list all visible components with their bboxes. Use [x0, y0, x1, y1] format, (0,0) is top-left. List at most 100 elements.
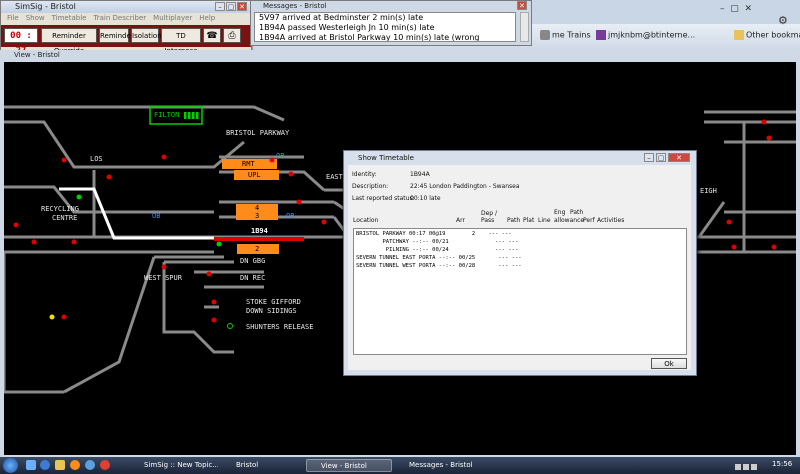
chrome-icon[interactable] — [100, 460, 110, 470]
rmt-label: RMT — [242, 160, 255, 168]
printer-icon[interactable]: ⎙ — [223, 28, 241, 43]
timetable-table[interactable]: BRISTOL PARKWAY 00:17 00@19 2 --- --- PA… — [353, 228, 687, 355]
ob-marker: OB — [286, 212, 295, 220]
close-button[interactable]: ✕ — [237, 2, 247, 11]
minimize-button[interactable]: – — [215, 2, 225, 11]
identity-value: 1B94A — [410, 171, 430, 178]
table-row[interactable]: BRISTOL PARKWAY 00:17 00@19 2 --- --- — [356, 231, 512, 237]
isolation-button[interactable]: Isolation — [131, 28, 162, 43]
taskbar-item-view-bristol[interactable]: View - Bristol — [306, 459, 392, 472]
column-dep: Dep / — [481, 210, 498, 217]
reminder-override-button[interactable]: Reminder Override — [41, 28, 97, 55]
start-button[interactable] — [3, 458, 18, 473]
description-value: 22:45 London Paddington - Swansea — [410, 183, 520, 190]
window-title: SimSig - Bristol — [15, 2, 76, 11]
window-title: View - Bristol — [14, 51, 60, 59]
close-button[interactable]: ✕ — [517, 1, 527, 10]
stoke-gifford-label: STOKE GIFFORD — [246, 298, 301, 306]
shunt-indicator — [227, 323, 233, 329]
menu-bar: File Show Timetable Train Describer Multipla… — [1, 13, 251, 24]
flag-icon[interactable] — [751, 464, 757, 470]
identity-label: Identity: — [352, 171, 377, 178]
media-icon[interactable] — [70, 460, 80, 470]
bookmark-email[interactable]: jmjknbm@btinterne... — [596, 30, 695, 40]
messages-title-bar: Messages - Bristol — [251, 1, 531, 11]
ob-marker: OB — [276, 152, 285, 160]
maximize-button[interactable]: ▢ — [656, 153, 666, 162]
table-row[interactable]: PATCHWAY --:-- 00/21 --- --- — [356, 239, 518, 245]
column-path: Path — [507, 217, 521, 224]
column-plat: Plat — [523, 217, 535, 224]
status-label: Last reported status: — [352, 195, 415, 202]
system-tray[interactable] — [735, 462, 765, 470]
messages-window: Messages - Bristol ✕ 5V97 arrived at Bed… — [250, 0, 532, 46]
column-activities: Activities — [597, 217, 625, 224]
taskbar: SimSig :: New Topic... Bristol View - Br… — [0, 457, 800, 474]
dn-gbg-label: DN GBG — [240, 257, 266, 265]
taskbar-item-messages-bristol[interactable]: Messages - Bristol — [395, 459, 475, 472]
browser-window-controls[interactable]: – ▢ ✕ — [720, 4, 752, 14]
minimize-button[interactable]: – — [644, 153, 654, 162]
ok-button[interactable]: Ok — [651, 358, 687, 369]
network-icon[interactable] — [735, 464, 741, 470]
dialog-title: Show Timetable — [358, 154, 414, 162]
simsig-main-window: SimSig - Bristol – ▢ ✕ File Show Timetable… — [0, 0, 252, 56]
menu-multiplayer[interactable]: Multiplayer — [153, 14, 192, 22]
column-perf: Perf — [583, 217, 595, 224]
volume-icon[interactable] — [743, 464, 749, 470]
menu-file[interactable]: File — [7, 14, 19, 22]
clock-time[interactable]: 15:56 — [772, 460, 792, 468]
taskbar-item-bristol[interactable]: Bristol — [222, 459, 304, 472]
menu-train-describer[interactable]: Train Describer — [93, 14, 146, 22]
column-path-allowance: Path — [570, 209, 584, 216]
eigh-label: EIGH — [700, 187, 717, 195]
column-arr: Arr — [456, 217, 465, 224]
bookmark-icon — [540, 30, 550, 40]
east-label: EAST — [326, 173, 343, 181]
column-allowance: allowance — [554, 217, 585, 224]
menu-show[interactable]: Show — [26, 14, 45, 22]
maximize-button[interactable]: ▢ — [226, 2, 236, 11]
table-row[interactable]: SEVERN TUNNEL WEST PORTA --:-- 00/28 ---… — [356, 263, 522, 269]
timetable-dialog: Show Timetable – ▢ ✕ Identity: 1B94A Des… — [343, 150, 697, 376]
column-pass: Pass — [481, 217, 495, 224]
messages-list: 5V97 arrived at Bedminster 2 min(s) late… — [254, 12, 516, 42]
los-label: LOS — [90, 155, 103, 163]
show-desktop-icon[interactable] — [26, 460, 36, 470]
taskbar-item-simsig-topic[interactable]: SimSig :: New Topic... — [130, 459, 218, 472]
close-button[interactable]: ✕ — [668, 153, 690, 162]
column-eng: Eng — [554, 209, 566, 216]
telephone-icon[interactable]: ☎ — [203, 28, 221, 43]
reminder-button[interactable]: Reminder — [99, 28, 134, 43]
toolbar: 00 : 27 Reminder Override Reminder Isola… — [1, 25, 251, 56]
centre-label: CENTRE — [52, 214, 78, 222]
column-line: Line — [538, 217, 551, 224]
ie-icon[interactable] — [40, 460, 50, 470]
simsig-title-bar: SimSig - Bristol — [1, 1, 251, 13]
bookmark-icon — [596, 30, 606, 40]
other-bookmarks[interactable]: Other bookmarks — [734, 30, 800, 40]
folder-icon[interactable] — [55, 460, 65, 470]
bookmark-trains[interactable]: me Trains — [540, 30, 591, 40]
yellow-signal — [49, 314, 55, 320]
upl-label: UPL — [248, 171, 261, 179]
down-sidings-label: DOWN SIDINGS — [246, 307, 297, 315]
platform-3-label: 3 — [255, 212, 260, 220]
table-row[interactable]: PILNING --:-- 00/24 --- --- — [356, 247, 518, 253]
recycling-label: RECYCLING — [41, 205, 79, 213]
messages-scrollbar[interactable] — [520, 12, 529, 42]
shunters-release-label: SHUNTERS RELEASE — [246, 323, 314, 331]
menu-help[interactable]: Help — [199, 14, 215, 22]
wrench-icon[interactable]: ⚙ — [778, 14, 788, 27]
message-line: 5V97 arrived at Bedminster 2 min(s) late — [259, 13, 424, 22]
td-interpose-button[interactable]: TD Interpose — [161, 28, 201, 55]
messenger-icon[interactable] — [85, 460, 95, 470]
ob-marker: OB — [152, 212, 161, 220]
platform-4-label: 4 — [255, 204, 260, 212]
dn-rec-label: DN REC — [240, 274, 266, 282]
clock-display: 00 : 27 — [4, 28, 38, 56]
menu-timetable[interactable]: Timetable — [52, 14, 87, 22]
train-headcode[interactable]: 1B94 — [251, 227, 268, 235]
table-row[interactable]: SEVERN TUNNEL EAST PORTA --:-- 00/25 ---… — [356, 255, 522, 261]
filton-indicators — [184, 112, 199, 119]
